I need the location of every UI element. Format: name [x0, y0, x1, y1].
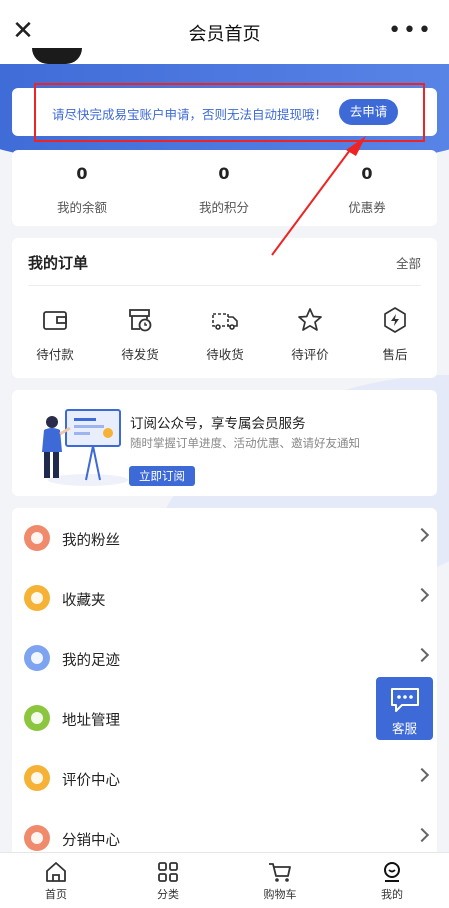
cart-icon [269, 863, 291, 882]
menu-item-reviews[interactable]: 评价中心 [12, 748, 437, 808]
box-clock-icon [129, 309, 152, 332]
orders-card: 我的订单 全部 待付款 待发货 待收货 待评价 售后 [12, 238, 437, 378]
orders-title: 我的订单 [28, 254, 89, 272]
stat-label: 优惠券 [348, 200, 386, 215]
tab-category[interactable]: 分类 [128, 861, 208, 902]
location-icon [24, 705, 50, 731]
order-pending-review[interactable]: 待评价 [275, 306, 345, 363]
points-stat[interactable]: 0 我的积分 [164, 164, 284, 216]
distribution-icon [24, 825, 50, 851]
order-label: 待收货 [206, 347, 244, 362]
subscribe-description: 随时掌握订单进度、活动优惠、邀请好友通知 [130, 436, 360, 450]
chat-icon [390, 688, 419, 712]
menu-item-label: 我的足迹 [62, 653, 120, 669]
order-pending-payment[interactable]: 待付款 [20, 306, 90, 363]
order-label: 售后 [382, 347, 408, 362]
tab-cart[interactable]: 购物车 [240, 861, 320, 902]
stat-value: 0 [361, 164, 373, 183]
order-label: 待付款 [36, 347, 74, 362]
order-after-sales[interactable]: 售后 [360, 306, 430, 363]
tab-label: 首页 [45, 888, 67, 901]
subscribe-banner[interactable]: 订阅公众号，享专属会员服务 随时掌握订单进度、活动优惠、邀请好友通知 立即订阅 [12, 390, 437, 496]
menu-item-label: 我的粉丝 [62, 533, 120, 549]
order-label: 待评价 [291, 347, 329, 362]
menu-item-address[interactable]: 地址管理 [12, 688, 437, 748]
chevron-right-icon [414, 587, 430, 603]
subscribe-title: 订阅公众号，享专属会员服务 [130, 416, 306, 432]
tab-profile[interactable]: 我的 [352, 861, 432, 902]
home-icon [46, 862, 66, 882]
order-pending-receipt[interactable]: 待收货 [190, 306, 260, 363]
service-label: 客服 [391, 721, 417, 736]
more-icon[interactable]: ••• [388, 18, 433, 43]
menu-item-label: 地址管理 [62, 713, 120, 729]
coupon-stat[interactable]: 0 优惠券 [307, 164, 427, 216]
favorites-icon [24, 585, 50, 611]
tab-home[interactable]: 首页 [16, 861, 96, 902]
category-icon [158, 862, 178, 882]
account-notice-card: 请尽快完成易宝账户申请，否则无法自动提现哦！ 去申请 [12, 88, 437, 136]
menu-list: 我的粉丝 收藏夹 我的足迹 地址管理 评价中心 分销中心 [12, 508, 437, 860]
order-pending-shipment[interactable]: 待发货 [105, 306, 175, 363]
presentation-illustration-icon [42, 409, 128, 486]
stat-label: 我的积分 [198, 200, 249, 215]
menu-item-fans[interactable]: 我的粉丝 [12, 508, 437, 568]
menu-item-label: 收藏夹 [62, 593, 106, 609]
notice-text: 请尽快完成易宝账户申请，否则无法自动提现哦！ [52, 107, 328, 122]
chevron-right-icon [414, 527, 430, 543]
fans-icon [24, 525, 50, 551]
chevron-right-icon [414, 647, 430, 663]
divider [28, 285, 421, 286]
wallet-icon [43, 311, 67, 330]
menu-item-label: 分销中心 [62, 833, 120, 849]
tab-label: 购物车 [263, 888, 297, 901]
tab-label: 分类 [157, 888, 179, 901]
menu-item-favorites[interactable]: 收藏夹 [12, 568, 437, 628]
shield-bolt-icon [384, 307, 406, 333]
profile-icon [384, 862, 400, 882]
stat-value: 0 [76, 164, 88, 183]
customer-service-button[interactable]: 客服 [376, 677, 433, 740]
menu-item-label: 评价中心 [62, 773, 120, 789]
chevron-right-icon [414, 767, 430, 783]
apply-button[interactable]: 去申请 [339, 99, 398, 125]
stats-card: 0 我的余额 0 我的积分 0 优惠券 [12, 150, 437, 226]
page-title: 会员首页 [188, 24, 261, 45]
chevron-right-icon [414, 827, 430, 843]
order-label: 待发货 [121, 347, 159, 362]
stat-value: 0 [218, 164, 230, 183]
comment-icon [24, 765, 50, 791]
footprint-icon [24, 645, 50, 671]
tab-label: 我的 [381, 888, 403, 901]
orders-all-link[interactable]: 全部 [396, 253, 421, 272]
menu-item-footprint[interactable]: 我的足迹 [12, 628, 437, 688]
subscribe-button[interactable]: 立即订阅 [129, 466, 195, 486]
balance-stat[interactable]: 0 我的余额 [22, 164, 142, 216]
bottom-tab-bar: 首页 分类 购物车 我的 [0, 852, 449, 908]
stat-label: 我的余额 [56, 200, 107, 215]
star-icon [298, 308, 322, 331]
truck-icon [212, 313, 238, 330]
